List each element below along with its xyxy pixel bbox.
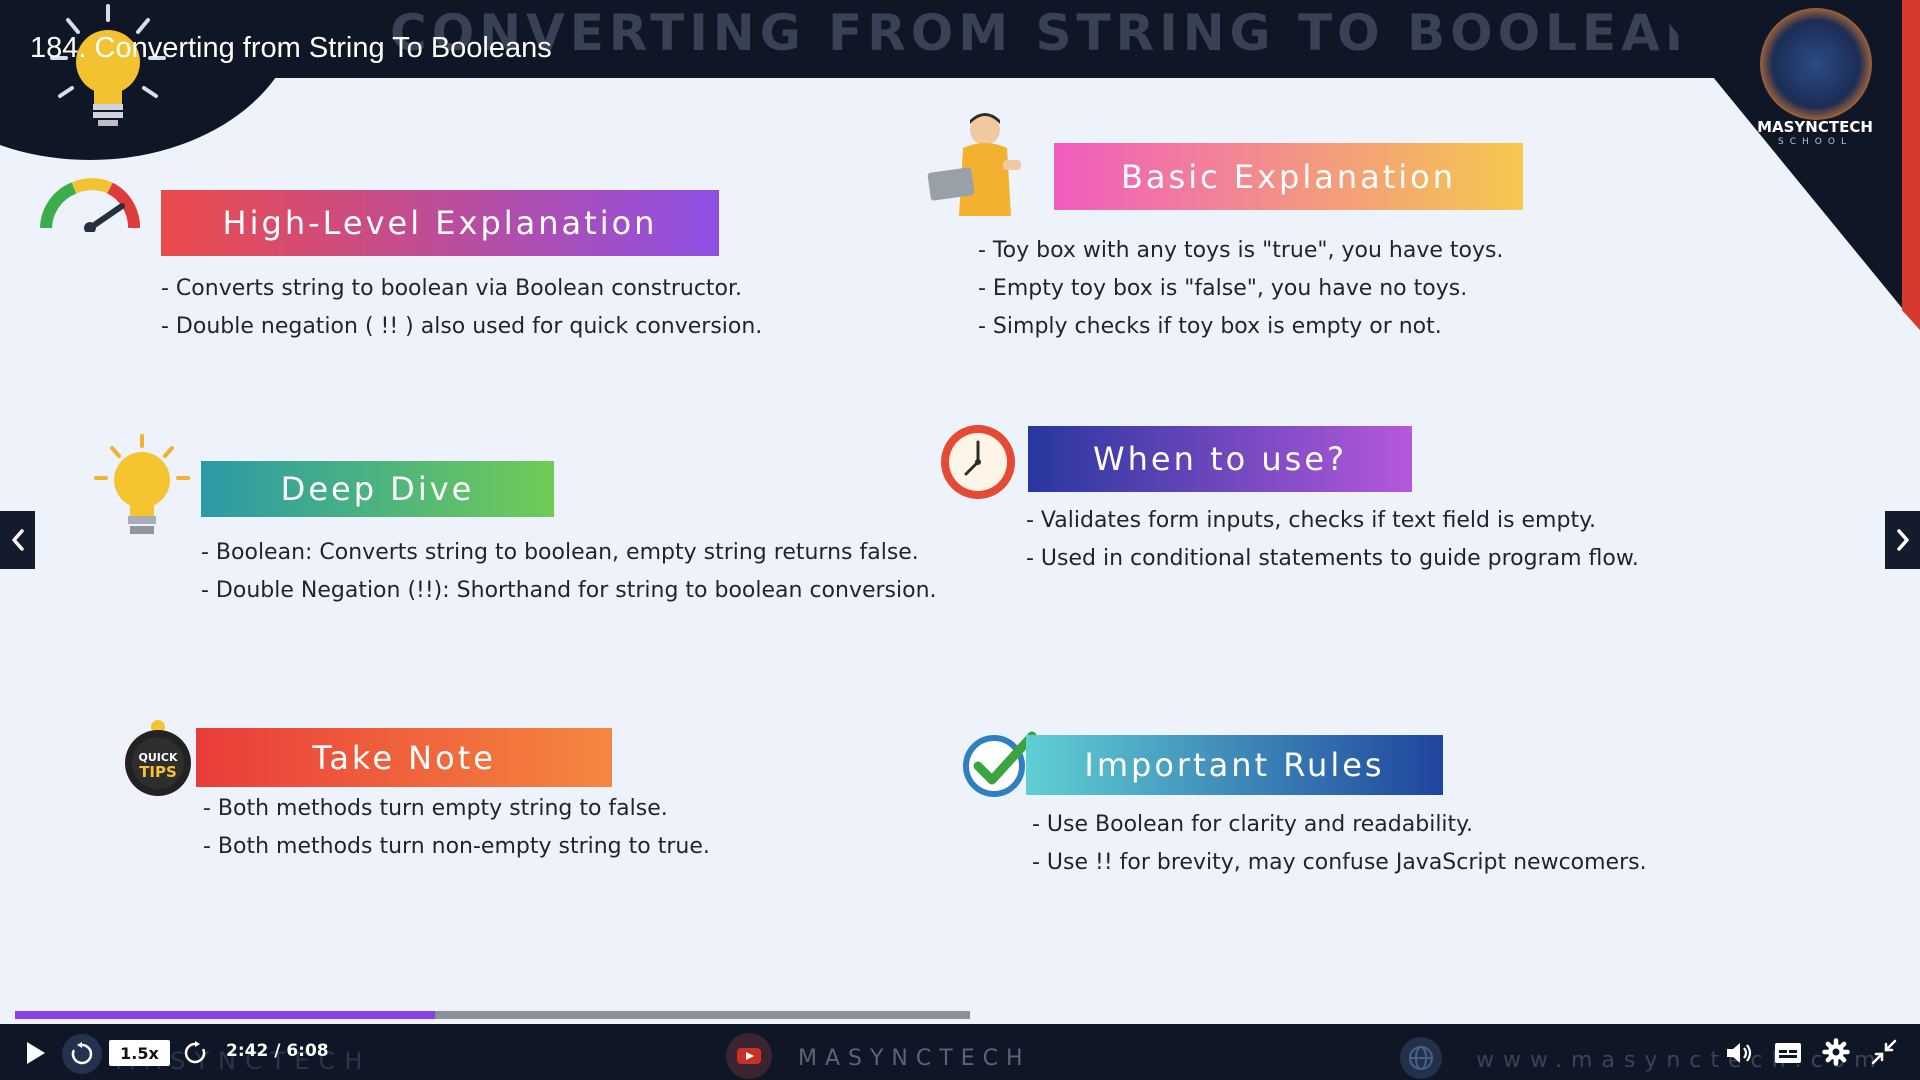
brand-subtitle: SCHOOL [1778,137,1852,147]
high-level-explanation-list: - Converts string to boolean via Boolean… [161,270,762,346]
rewind-button[interactable] [62,1034,102,1074]
when-to-use-list: - Validates form inputs, checks if text … [1026,502,1639,578]
rewind-icon [71,1042,93,1065]
minimize-icon [1871,1039,1897,1065]
clock-icon [941,425,1015,499]
list-item: - Use Boolean for clarity and readabilit… [1032,812,1474,837]
chevron-right-icon [1896,529,1909,551]
course-title: 184. Converting from String To Booleans [30,32,552,64]
chevron-left-icon [11,529,24,551]
list-item: - Used in conditional statements to guid… [1026,546,1639,571]
list-item: - Converts string to boolean via Boolean… [161,276,743,301]
previous-lecture-button[interactable] [0,511,35,569]
brand-name: MASYNCTECH [1757,118,1873,136]
person-laptop-icon [927,113,1021,216]
play-icon [27,1042,45,1064]
volume-icon [1727,1043,1752,1063]
quick-tips-label-bottom: TIPS [139,763,177,781]
video-player: CONVERTING FROM STRING TO BOOLEANS 184. … [0,0,1920,1080]
list-item: - Both methods turn non-empty string to … [203,834,710,859]
brand-logo [1760,8,1872,120]
high-level-explanation-banner: High-Level Explanation [161,190,719,256]
take-note-list: - Both methods turn empty string to fals… [203,790,710,866]
list-item: - Boolean: Converts string to boolean, e… [201,540,919,565]
list-item: - Simply checks if toy box is empty or n… [978,314,1442,339]
take-note-banner: Take Note [196,728,612,787]
progress-bar-fill [15,1011,436,1019]
captions-button[interactable] [1771,1037,1805,1069]
basic-explanation-banner: Basic Explanation [1054,143,1523,210]
captions-icon [1775,1043,1801,1063]
volume-button[interactable] [1722,1037,1756,1069]
deep-dive-banner: Deep Dive [201,461,554,517]
exit-fullscreen-button[interactable] [1867,1035,1901,1069]
list-item: - Toy box with any toys is "true", you h… [978,238,1504,263]
list-item: - Double negation ( !! ) also used for q… [161,314,763,339]
basic-explanation-list: - Toy box with any toys is "true", you h… [978,232,1503,346]
next-lecture-button[interactable] [1885,511,1920,569]
globe-icon [1400,1037,1442,1079]
list-item: - Double Negation (!!): Shorthand for st… [201,578,937,603]
settings-button[interactable] [1819,1035,1853,1069]
progress-bar[interactable] [15,1011,970,1019]
list-item: - Validates form inputs, checks if text … [1026,508,1596,533]
lightbulb-icon [50,4,166,126]
deep-dive-list: - Boolean: Converts string to boolean, e… [201,534,937,610]
gear-icon [1822,1038,1850,1066]
watermark-middle: MASYNCTECH [798,1046,1031,1071]
quick-tips-icon: QUICK TIPS [125,720,191,796]
forward-icon [184,1041,206,1064]
gauge-icon [40,178,140,232]
youtube-icon [726,1033,772,1079]
time-display: 2:42 / 6:08 [226,1041,329,1061]
playback-speed-button[interactable]: 1.5x [109,1040,170,1066]
forward-button[interactable] [178,1036,212,1070]
play-button[interactable] [18,1036,52,1070]
list-item: - Use !! for brevity, may confuse JavaSc… [1032,850,1647,875]
list-item: - Empty toy box is "false", you have no … [978,276,1468,301]
lightbulb-icon [94,434,190,534]
slide-heading: CONVERTING FROM STRING TO BOOLEANS [390,4,1753,62]
important-rules-list: - Use Boolean for clarity and readabilit… [1032,806,1647,882]
list-item: - Both methods turn empty string to fals… [203,796,668,821]
when-to-use-banner: When to use? [1028,426,1412,492]
important-rules-banner: Important Rules [1026,735,1443,795]
slide-corner-accent [1902,0,1920,330]
